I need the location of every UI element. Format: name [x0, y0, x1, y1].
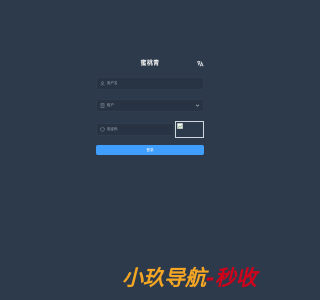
page-title: 蜜桃青 [140, 60, 160, 67]
user-icon [100, 81, 105, 86]
language-icon[interactable] [196, 60, 204, 68]
watermark-part1: 小玖导航 [122, 266, 206, 290]
building-icon [100, 103, 105, 108]
login-page: 蜜桃青 用户名 租户 验证码 登录 小玖导航-秒收 [0, 0, 300, 300]
chevron-down-icon[interactable] [195, 103, 200, 108]
captcha-input[interactable]: 验证码 [107, 124, 118, 135]
captcha-field[interactable]: 验证码 [96, 123, 174, 136]
tenant-value: 租户 [107, 103, 114, 107]
watermark-text: 小玖导航-秒收 [122, 262, 257, 294]
login-button[interactable]: 登录 [96, 145, 204, 155]
captcha-image[interactable] [175, 121, 204, 138]
watermark-part2: -秒收 [206, 266, 257, 290]
tenant-select[interactable]: 租户 [96, 99, 204, 112]
broken-image-icon [177, 123, 183, 129]
login-form: 蜜桃青 用户名 租户 验证码 登录 [96, 58, 204, 158]
username-input[interactable]: 用户名 [107, 78, 118, 89]
shield-icon [100, 127, 105, 132]
username-field[interactable]: 用户名 [96, 77, 204, 90]
